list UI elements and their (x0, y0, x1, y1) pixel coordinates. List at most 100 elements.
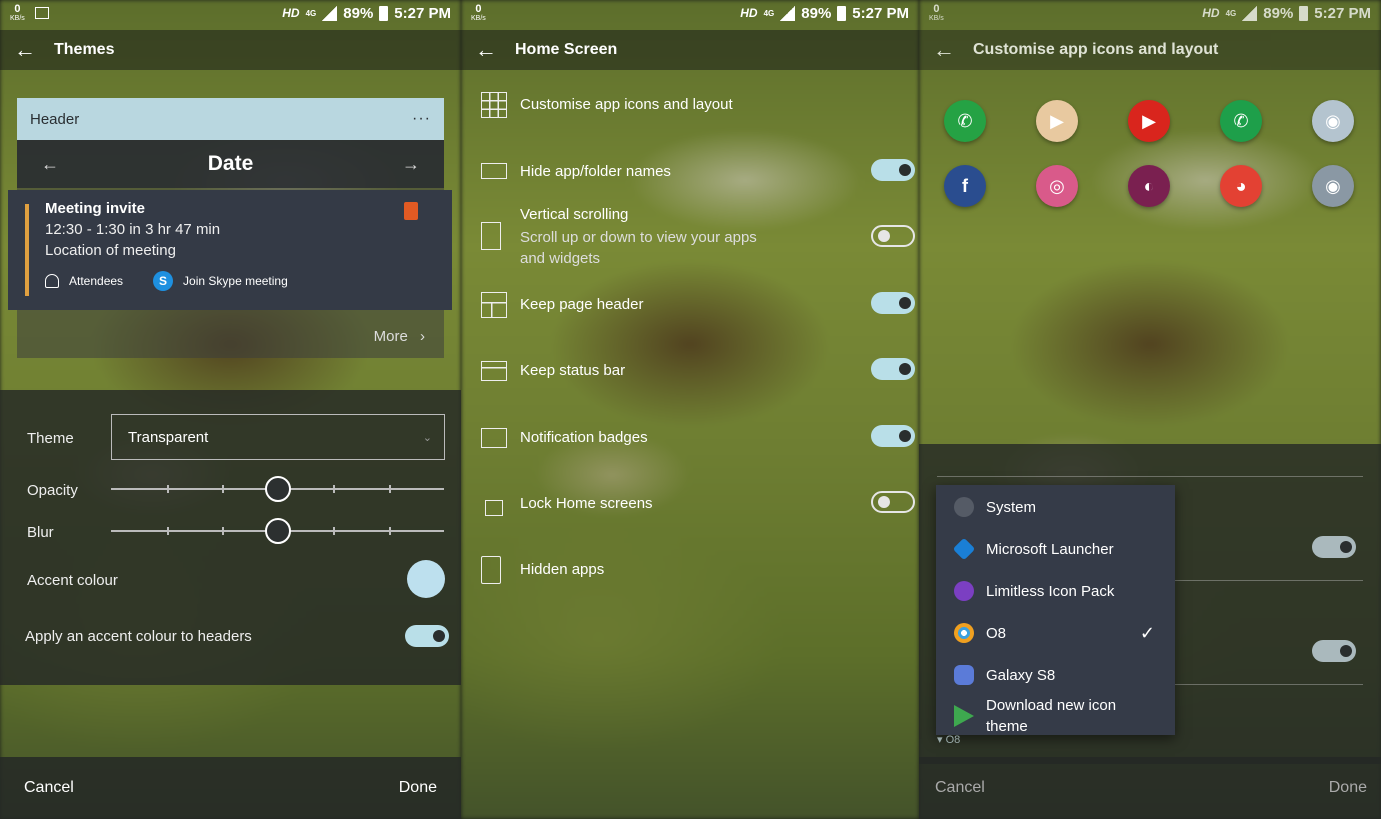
next-arrow-icon[interactable]: → (402, 154, 420, 175)
vertical-scrolling-toggle[interactable] (871, 225, 915, 247)
meeting-time: 12:30 - 1:30 in 3 hr 47 min (45, 221, 221, 238)
phone-icon[interactable]: ✆ (1220, 100, 1262, 142)
network-speed: 0 KB/s (471, 2, 486, 22)
done-button[interactable]: Done (1329, 779, 1367, 797)
apply-accent-toggle[interactable] (405, 625, 449, 647)
menu-item-label: System (986, 498, 1037, 516)
back-arrow-icon[interactable]: ← (933, 39, 955, 61)
meeting-location: Location of meeting (45, 242, 176, 259)
attendees-button[interactable]: Attendees (45, 274, 123, 288)
network-type: 4G (305, 8, 317, 18)
setting-customise-icons[interactable]: Customise app icons and layout (481, 92, 919, 118)
keep-header-toggle[interactable] (871, 292, 915, 314)
setting-notification-badges[interactable]: Notification badges (481, 425, 919, 448)
hd-label: HD (1202, 6, 1220, 20)
theme-select-value: Transparent (128, 428, 209, 446)
app-bar: ← Customise app icons and layout (919, 30, 1381, 70)
facebook-icon[interactable]: f (944, 165, 986, 207)
setting-keep-header[interactable]: Keep page header (481, 292, 919, 318)
divider (937, 476, 1363, 477)
network-type: 4G (763, 8, 775, 18)
slider-tick (389, 485, 391, 493)
chrome-icon[interactable]: ◕ (1220, 165, 1262, 207)
more-options-icon[interactable]: ··· (412, 110, 431, 128)
selected-theme-caption: ▾ O8 (937, 734, 961, 746)
battery-icon (379, 5, 389, 21)
slider-tick (333, 527, 335, 535)
galaxy-icon (954, 665, 974, 685)
menu-item-o8[interactable]: O8 ✓ (936, 621, 1175, 645)
limitless-icon (954, 581, 974, 601)
page-title: Themes (54, 41, 115, 58)
vertical-layout-icon (481, 222, 501, 250)
camera-alt-icon[interactable]: ◉ (1312, 165, 1354, 207)
card-header: Header ··· (17, 98, 444, 140)
setting-label: Customise app icons and layout (520, 96, 733, 113)
back-arrow-icon[interactable]: ← (475, 39, 497, 61)
menu-item-galaxy-s8[interactable]: Galaxy S8 (936, 663, 1175, 687)
meeting-card[interactable]: Meeting invite 12:30 - 1:30 in 3 hr 47 m… (8, 190, 452, 310)
signal-icon (1242, 5, 1258, 21)
setting-label: Keep page header (520, 296, 644, 313)
blur-slider-thumb[interactable] (265, 518, 291, 544)
option-toggle[interactable] (1312, 536, 1356, 558)
firefox-icon[interactable]: ◐ (1128, 165, 1170, 207)
instagram-icon[interactable]: ◎ (1036, 165, 1078, 207)
setting-keep-status-bar[interactable]: Keep status bar (481, 358, 919, 381)
setting-lock-home[interactable]: Lock Home screens (481, 490, 919, 516)
setting-label: Keep status bar (520, 362, 626, 379)
lock-home-toggle[interactable] (871, 491, 915, 513)
more-label: More (373, 328, 408, 345)
page-title: Home Screen (515, 41, 618, 58)
join-skype-label: Join Skype meeting (183, 274, 288, 288)
accent-colour-swatch[interactable] (407, 560, 445, 598)
bottom-bar: Cancel Done (919, 757, 1381, 819)
blur-label: Blur (27, 524, 54, 541)
previous-arrow-icon[interactable]: ← (41, 154, 59, 175)
home-screen-panel: 0 KB/s HD 4G 89% 5:27 PM ← Home Screen Cu… (461, 0, 919, 819)
option-toggle[interactable] (1312, 640, 1356, 662)
menu-item-label: Microsoft Launcher (986, 540, 1114, 558)
cancel-button[interactable]: Cancel (24, 779, 74, 797)
accent-colour-label: Accent colour (27, 572, 118, 589)
slider-tick (167, 485, 169, 493)
setting-label: Lock Home screens (520, 495, 653, 512)
notification-badges-toggle[interactable] (871, 425, 915, 447)
skype-icon: S (153, 271, 174, 291)
statusbar-icon (481, 361, 507, 381)
hidden-apps-icon (481, 556, 501, 584)
hd-label: HD (740, 6, 758, 20)
keep-status-bar-toggle[interactable] (871, 358, 915, 380)
setting-vertical-scrolling[interactable]: Vertical scrolling Scroll up or down to … (481, 206, 919, 269)
lock-icon (485, 500, 503, 516)
join-skype-button[interactable]: S Join Skype meeting (153, 271, 288, 291)
cancel-button[interactable]: Cancel (935, 779, 985, 797)
o8-icon (954, 623, 974, 643)
blur-slider[interactable] (111, 518, 444, 544)
customise-icons-panel: 0 KB/s HD 4G 89% 5:27 PM ← Customise app … (919, 0, 1381, 819)
whatsapp-icon[interactable]: ✆ (944, 100, 986, 142)
app-bar: ← Home Screen (461, 30, 919, 70)
network-speed: 0 KB/s (10, 2, 25, 22)
slider-tick (222, 485, 224, 493)
youtube-icon[interactable]: ▶ (1128, 100, 1170, 142)
more-link[interactable]: More › (374, 328, 425, 345)
google-play-music-icon[interactable]: ▶ (1036, 100, 1078, 142)
opacity-slider[interactable] (111, 476, 444, 502)
slider-tick (222, 527, 224, 535)
camera-icon[interactable]: ◉ (1312, 100, 1354, 142)
hide-names-toggle[interactable] (871, 159, 915, 181)
network-speed: 0 KB/s (929, 2, 944, 22)
setting-hide-names[interactable]: Hide app/folder names (481, 159, 919, 180)
setting-label: Hide app/folder names (520, 163, 671, 180)
menu-item-system[interactable]: System (936, 495, 1175, 519)
menu-item-microsoft-launcher[interactable]: Microsoft Launcher (936, 537, 1175, 561)
setting-hidden-apps[interactable]: Hidden apps (481, 556, 919, 584)
back-arrow-icon[interactable]: ← (14, 39, 36, 61)
clock: 5:27 PM (394, 4, 451, 22)
menu-item-limitless[interactable]: Limitless Icon Pack (936, 579, 1175, 603)
opacity-slider-thumb[interactable] (265, 476, 291, 502)
done-button[interactable]: Done (399, 779, 437, 797)
menu-item-download-theme[interactable]: Download new icon theme (936, 696, 1175, 736)
theme-select[interactable]: Transparent ⌄ (111, 414, 445, 460)
